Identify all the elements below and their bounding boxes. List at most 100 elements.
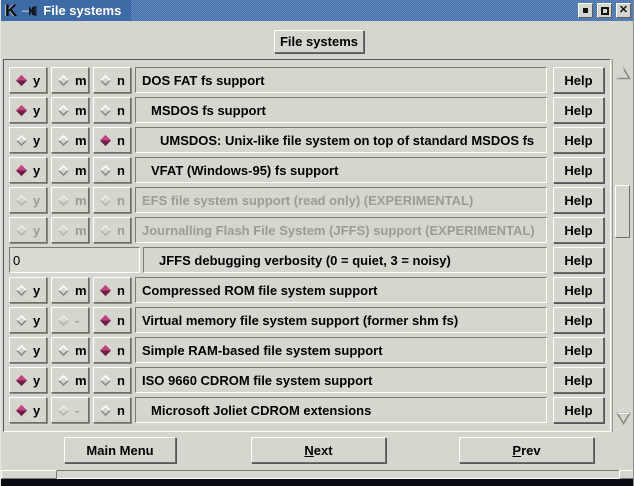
option-row: y m n UMSDOS: Unix-like file system on t… [4, 127, 610, 153]
radio-diamond-icon [57, 374, 70, 387]
radio-diamond-icon [99, 134, 112, 147]
help-button[interactable]: Help [553, 127, 604, 153]
radio-letter-y: y [33, 193, 40, 208]
help-button[interactable]: Help [553, 217, 604, 243]
next-button[interactable]: Next [251, 437, 386, 463]
radio-diamond-icon [15, 284, 28, 297]
radio-y[interactable]: y [9, 337, 47, 363]
radio-m[interactable]: - [51, 397, 89, 423]
radio-n[interactable]: n [93, 367, 131, 393]
option-label: JFFS debugging verbosity (0 = quiet, 3 =… [143, 247, 547, 273]
help-button[interactable]: Help [553, 187, 604, 213]
radio-m[interactable]: m [51, 97, 89, 123]
radio-letter-y: y [33, 223, 40, 238]
radio-letter-y: y [33, 343, 40, 358]
option-row: y m n ISO 9660 CDROM file system support… [4, 367, 610, 393]
radio-y[interactable]: y [9, 217, 47, 243]
radio-n[interactable]: n [93, 337, 131, 363]
radio-letter-m: m [75, 373, 87, 388]
help-button[interactable]: Help [553, 97, 604, 123]
radio-letter-y: y [33, 403, 40, 418]
help-button[interactable]: Help [553, 397, 604, 423]
radio-n[interactable]: n [93, 127, 131, 153]
radio-n[interactable]: n [93, 277, 131, 303]
radio-m[interactable]: m [51, 277, 89, 303]
radio-diamond-icon [99, 74, 112, 87]
help-button[interactable]: Help [553, 247, 604, 273]
radio-m[interactable]: m [51, 217, 89, 243]
radio-diamond-icon [99, 404, 112, 417]
status-bar [1, 470, 634, 479]
radio-m[interactable]: m [51, 337, 89, 363]
help-button[interactable]: Help [553, 367, 604, 393]
options-scrollview: y m n DOS FAT fs support Help y m n MSDO… [3, 59, 611, 432]
radio-y[interactable]: y [9, 67, 47, 93]
radio-diamond-icon [99, 344, 112, 357]
vertical-scrollbar[interactable] [612, 59, 632, 432]
radio-diamond-icon [57, 314, 70, 327]
radio-y[interactable]: y [9, 397, 47, 423]
radio-letter-n: n [117, 133, 125, 148]
radio-m[interactable]: m [51, 367, 89, 393]
help-button[interactable]: Help [553, 307, 604, 333]
option-label: ISO 9660 CDROM file system support [135, 367, 547, 393]
radio-letter-m: m [75, 283, 87, 298]
radio-n[interactable]: n [93, 187, 131, 213]
radio-n[interactable]: n [93, 217, 131, 243]
radio-letter-n: n [117, 373, 125, 388]
close-button[interactable]: ✕ [616, 3, 631, 18]
option-row: y m n VFAT (Windows-95) fs support Help [4, 157, 610, 183]
option-row: y - n Virtual memory file system support… [4, 307, 610, 333]
radio-m[interactable]: - [51, 307, 89, 333]
radio-n[interactable]: n [93, 397, 131, 423]
option-row: y m n Compressed ROM file system support… [4, 277, 610, 303]
k-menu-icon[interactable]: K [5, 0, 17, 21]
help-button[interactable]: Help [553, 157, 604, 183]
help-button[interactable]: Help [553, 337, 604, 363]
help-button[interactable]: Help [553, 67, 604, 93]
titlebar-caption: K File systems [1, 0, 131, 21]
radio-n[interactable]: n [93, 157, 131, 183]
value-input[interactable]: 0 [9, 247, 140, 273]
option-label: MSDOS fs support [135, 97, 547, 123]
radio-diamond-icon [15, 404, 28, 417]
radio-diamond-icon [15, 194, 28, 207]
radio-diamond-icon [57, 224, 70, 237]
radio-m[interactable]: m [51, 67, 89, 93]
radio-n[interactable]: n [93, 97, 131, 123]
radio-y[interactable]: y [9, 187, 47, 213]
main-menu-button[interactable]: Main Menu [64, 437, 176, 463]
scroll-up-button[interactable] [614, 61, 632, 85]
radio-n[interactable]: n [93, 307, 131, 333]
radio-letter-n: n [117, 343, 125, 358]
help-button[interactable]: Help [553, 277, 604, 303]
resize-grip[interactable] [619, 470, 634, 479]
radio-letter-m: - [75, 403, 79, 418]
minimize-button[interactable] [578, 3, 593, 18]
radio-y[interactable]: y [9, 307, 47, 333]
radio-letter-m: m [75, 103, 87, 118]
radio-m[interactable]: m [51, 157, 89, 183]
prev-button[interactable]: Prev [459, 437, 594, 463]
radio-letter-y: y [33, 103, 40, 118]
radio-diamond-icon [99, 194, 112, 207]
radio-y[interactable]: y [9, 277, 47, 303]
sticky-pin-icon[interactable] [22, 5, 38, 17]
titlebar[interactable]: K File systems ✕ [1, 0, 634, 21]
radio-diamond-icon [99, 374, 112, 387]
option-label: Compressed ROM file system support [135, 277, 547, 303]
radio-n[interactable]: n [93, 67, 131, 93]
radio-y[interactable]: y [9, 127, 47, 153]
maximize-button[interactable] [597, 3, 612, 18]
radio-m[interactable]: m [51, 127, 89, 153]
section-button[interactable]: File systems [274, 30, 364, 53]
scroll-down-button[interactable] [614, 406, 632, 430]
radio-letter-y: y [33, 313, 40, 328]
scrollbar-thumb[interactable] [615, 185, 630, 238]
radio-letter-n: n [117, 223, 125, 238]
radio-y[interactable]: y [9, 367, 47, 393]
radio-m[interactable]: m [51, 187, 89, 213]
radio-y[interactable]: y [9, 157, 47, 183]
radio-y[interactable]: y [9, 97, 47, 123]
option-row: y m n MSDOS fs support Help [4, 97, 610, 123]
